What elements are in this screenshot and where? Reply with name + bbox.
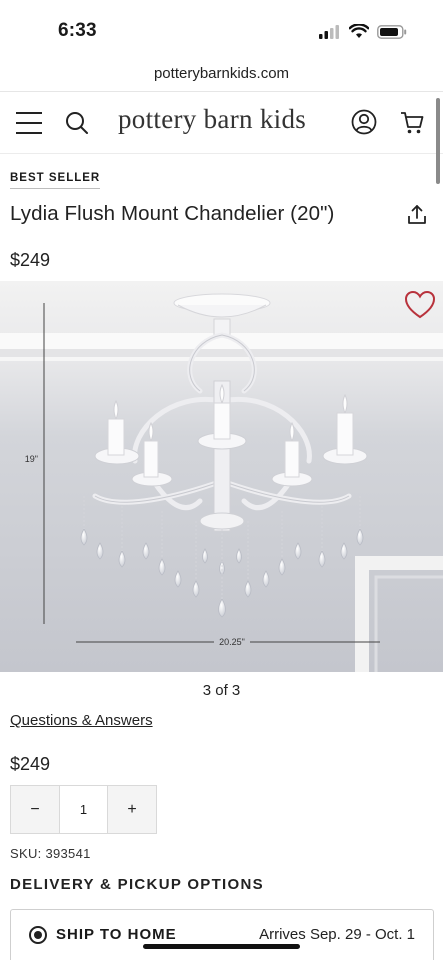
ship-to-home-label: SHIP TO HOME (56, 926, 177, 943)
status-icons (319, 24, 407, 39)
ship-to-home-option[interactable]: SHIP TO HOME Arrives Sep. 29 - Oct. 1 (10, 909, 434, 960)
status-time: 6:33 (58, 20, 97, 41)
scrollbar[interactable] (436, 98, 440, 184)
decrement-button[interactable]: − (11, 786, 59, 833)
search-icon[interactable] (64, 110, 90, 136)
share-icon[interactable] (405, 203, 429, 227)
sku-label: SKU: 393541 (10, 846, 91, 861)
url-bar[interactable]: potterybarnkids.com (0, 58, 443, 92)
signal-icon (319, 24, 339, 39)
site-header: pottery barn kids (0, 92, 443, 154)
product-title: Lydia Flush Mount Chandelier (20") (10, 202, 335, 225)
product-price: $249 (10, 250, 51, 270)
image-pager: 3 of 3 (202, 682, 241, 699)
quantity-field[interactable]: 1 (59, 786, 108, 833)
menu-icon[interactable] (16, 112, 42, 134)
width-dimension-label: 20.25" (219, 637, 245, 647)
delivery-section-title: DELIVERY & PICKUP OPTIONS (10, 876, 264, 893)
status-bar: 6:33 (0, 0, 443, 58)
cart-icon[interactable] (398, 108, 426, 136)
heart-icon[interactable] (404, 290, 436, 320)
quantity-stepper: − 1 + (10, 785, 157, 834)
questions-answers-link[interactable]: Questions & Answers (10, 712, 153, 729)
product-price-secondary: $249 (10, 754, 51, 774)
increment-button[interactable]: + (108, 786, 156, 833)
height-dimension-label: 19" (25, 454, 38, 464)
home-indicator[interactable] (143, 944, 300, 949)
chandelier-illustration: 19" 20.25" (0, 281, 443, 672)
radio-selected-icon[interactable] (29, 926, 47, 944)
account-icon[interactable] (350, 108, 378, 136)
wifi-icon (349, 24, 369, 38)
brand-logo[interactable]: pottery barn kids (118, 104, 306, 135)
best-seller-badge: BEST SELLER (10, 172, 101, 189)
product-image[interactable]: 19" 20.25" (0, 281, 443, 672)
battery-icon (377, 24, 407, 39)
arrival-estimate: Arrives Sep. 29 - Oct. 1 (259, 926, 415, 943)
